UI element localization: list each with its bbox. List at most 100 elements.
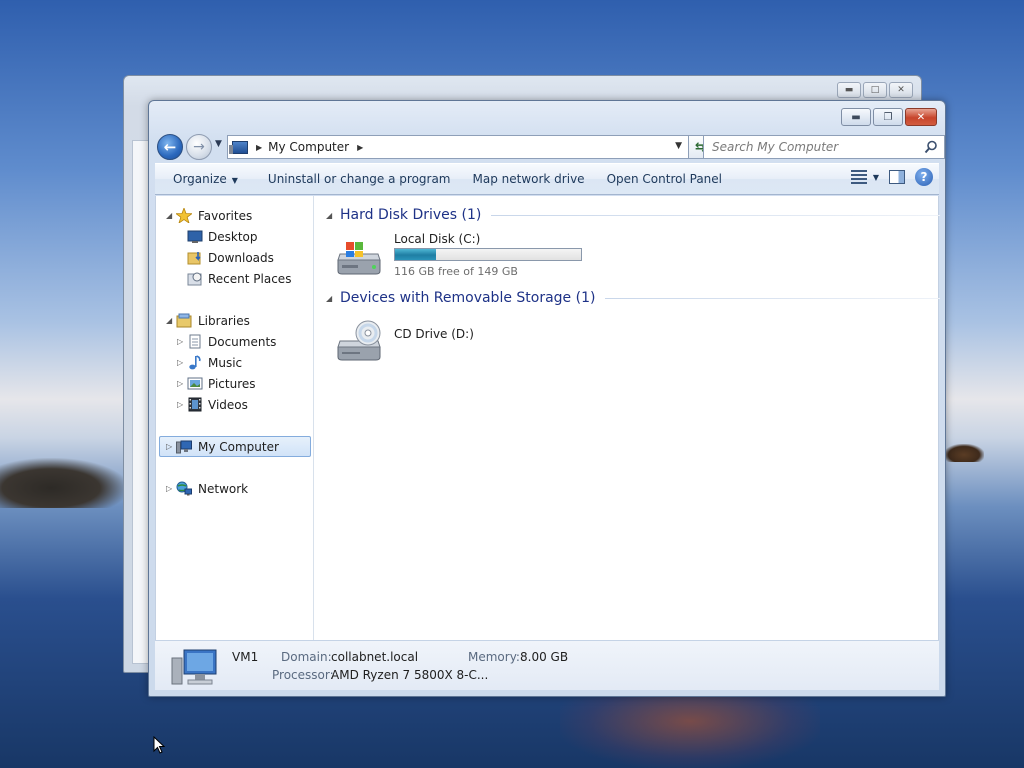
collapse-arrow-icon[interactable]: ◢ [326, 211, 340, 220]
maximize-icon: ❐ [883, 111, 893, 123]
nav-videos[interactable]: ▷ Videos [156, 394, 313, 415]
expand-arrow-icon[interactable]: ▷ [166, 484, 172, 493]
memory-value: 8.00 GB [520, 650, 569, 664]
content-pane[interactable]: ◢ Hard Disk Drives (1) Local Disk (C:) 1… [322, 196, 940, 640]
drive-free-space: 116 GB free of 149 GB [394, 265, 518, 278]
nav-network-label: Network [198, 481, 249, 496]
address-dropdown-icon[interactable]: ▼ [675, 141, 682, 151]
star-icon [176, 208, 192, 223]
window-controls: ▬ ❐ ✕ [841, 108, 937, 126]
recent-pages-dropdown[interactable]: ▼ [215, 139, 222, 149]
navigation-pane[interactable]: ◢ Favorites Desktop Downloads Recent Pla… [156, 196, 314, 640]
organize-button[interactable]: Organize ▼ [164, 167, 247, 191]
maximize-icon[interactable]: □ [863, 82, 887, 98]
open-control-panel-button[interactable]: Open Control Panel [598, 167, 731, 191]
expand-arrow-icon[interactable]: ▷ [177, 337, 183, 346]
cd-drive-icon [337, 320, 381, 361]
expand-arrow-icon[interactable]: ▷ [177, 379, 183, 388]
expand-arrow-icon[interactable]: ▷ [177, 358, 183, 367]
explorer-body: ◢ Favorites Desktop Downloads Recent Pla… [155, 196, 940, 640]
view-dropdown-icon[interactable]: ▼ [873, 173, 879, 182]
memory-label: Memory: [468, 650, 520, 664]
libraries-icon [176, 313, 192, 328]
address-bar[interactable]: ▶ My Computer ▶ ▼ [227, 135, 689, 159]
breadcrumb-chevron-icon[interactable]: ▶ [256, 143, 262, 152]
wallpaper-rocks [0, 458, 128, 508]
nav-network[interactable]: ▷ Network [156, 478, 313, 499]
uninstall-program-button[interactable]: Uninstall or change a program [259, 167, 460, 191]
nav-recent-places[interactable]: Recent Places [156, 268, 313, 289]
drive-usage-bar [394, 248, 582, 261]
nav-downloads-label: Downloads [208, 250, 274, 265]
change-view-icon[interactable] [850, 170, 867, 184]
nav-pictures[interactable]: ▷ Pictures [156, 373, 313, 394]
chevron-down-icon: ▼ [231, 176, 238, 185]
processor-value: AMD Ryzen 7 5800X 8-C... [331, 668, 489, 682]
network-icon [176, 481, 192, 496]
videos-icon [188, 397, 202, 412]
search-input[interactable] [704, 136, 914, 158]
maximize-button[interactable]: ❐ [873, 108, 903, 126]
nav-downloads[interactable]: Downloads [156, 247, 313, 268]
wallpaper-rocks-right [944, 444, 984, 462]
nav-recent-places-label: Recent Places [208, 271, 292, 286]
back-button[interactable]: ← [157, 134, 183, 160]
nav-libraries-label: Libraries [198, 313, 250, 328]
nav-music-label: Music [208, 355, 243, 370]
background-window-controls: ▬ □ ✕ [837, 82, 913, 98]
search-icon[interactable] [924, 140, 938, 154]
nav-favorites-label: Favorites [198, 208, 253, 223]
nav-desktop-label: Desktop [208, 229, 258, 244]
nav-pictures-label: Pictures [208, 376, 256, 391]
breadcrumb-chevron-icon[interactable]: ▶ [357, 143, 363, 152]
drive-usage-fill [395, 249, 436, 260]
close-icon[interactable]: ✕ [889, 82, 913, 98]
music-note-icon [189, 355, 201, 370]
navigation-bar: ← → ▼ ▶ My Computer ▶ ▼ ⇆ [157, 133, 945, 160]
nav-music[interactable]: ▷ Music [156, 352, 313, 373]
organize-label: Organize [173, 172, 227, 186]
collapse-arrow-icon[interactable]: ◢ [166, 316, 172, 325]
nav-libraries[interactable]: ◢ Libraries [156, 310, 313, 331]
breadcrumb-my-computer[interactable]: My Computer [268, 140, 349, 154]
details-pane: VM1 Domain: collabnet.local Memory: 8.00… [155, 640, 939, 690]
nav-favorites[interactable]: ◢ Favorites [156, 205, 313, 226]
documents-icon [189, 334, 201, 349]
forward-button[interactable]: → [186, 134, 212, 160]
explorer-window: ▬ ❐ ✕ ← → ▼ ▶ My Computer ▶ ▼ ⇆ Organize… [148, 100, 946, 697]
nav-my-computer[interactable]: ▷ My Computer [156, 436, 313, 457]
nav-my-computer-label: My Computer [198, 439, 279, 454]
computer-icon [176, 440, 192, 454]
help-icon[interactable]: ? [915, 168, 933, 186]
computer-icon [229, 140, 248, 154]
map-network-drive-button[interactable]: Map network drive [464, 167, 594, 191]
drive-cd-d[interactable]: CD Drive (D:) [334, 320, 534, 381]
minimize-icon[interactable]: ▬ [837, 82, 861, 98]
view-controls: ▼ ? [850, 168, 933, 186]
collapse-arrow-icon[interactable]: ◢ [166, 211, 172, 220]
expand-arrow-icon[interactable]: ▷ [177, 400, 183, 409]
arrow-right-icon: → [193, 139, 205, 155]
drive-local-disk-c[interactable]: Local Disk (C:) 116 GB free of 149 GB [334, 232, 634, 282]
close-icon: ✕ [916, 111, 926, 123]
group-removable-storage[interactable]: ◢ Devices with Removable Storage (1) [326, 288, 940, 308]
close-button[interactable]: ✕ [905, 108, 937, 126]
group-hard-disk-drives[interactable]: ◢ Hard Disk Drives (1) [326, 205, 940, 225]
drive-local-disk-c-name: Local Disk (C:) [394, 232, 481, 246]
mouse-cursor-icon [153, 736, 165, 754]
expand-arrow-icon[interactable]: ▷ [166, 442, 172, 451]
preview-pane-icon[interactable] [889, 170, 905, 184]
minimize-button[interactable]: ▬ [841, 108, 871, 126]
computer-name: VM1 [232, 650, 259, 664]
collapse-arrow-icon[interactable]: ◢ [326, 294, 340, 303]
wallpaper-glow [560, 690, 820, 768]
group-removable-storage-title: Devices with Removable Storage (1) [340, 290, 596, 306]
computer-icon [171, 649, 217, 685]
search-box[interactable] [703, 135, 945, 159]
downloads-folder-icon [187, 252, 201, 265]
nav-desktop[interactable]: Desktop [156, 226, 313, 247]
command-bar: Organize ▼ Uninstall or change a program … [155, 163, 939, 195]
drive-cd-d-name: CD Drive (D:) [394, 327, 474, 341]
nav-documents[interactable]: ▷ Documents [156, 331, 313, 352]
nav-videos-label: Videos [208, 397, 248, 412]
